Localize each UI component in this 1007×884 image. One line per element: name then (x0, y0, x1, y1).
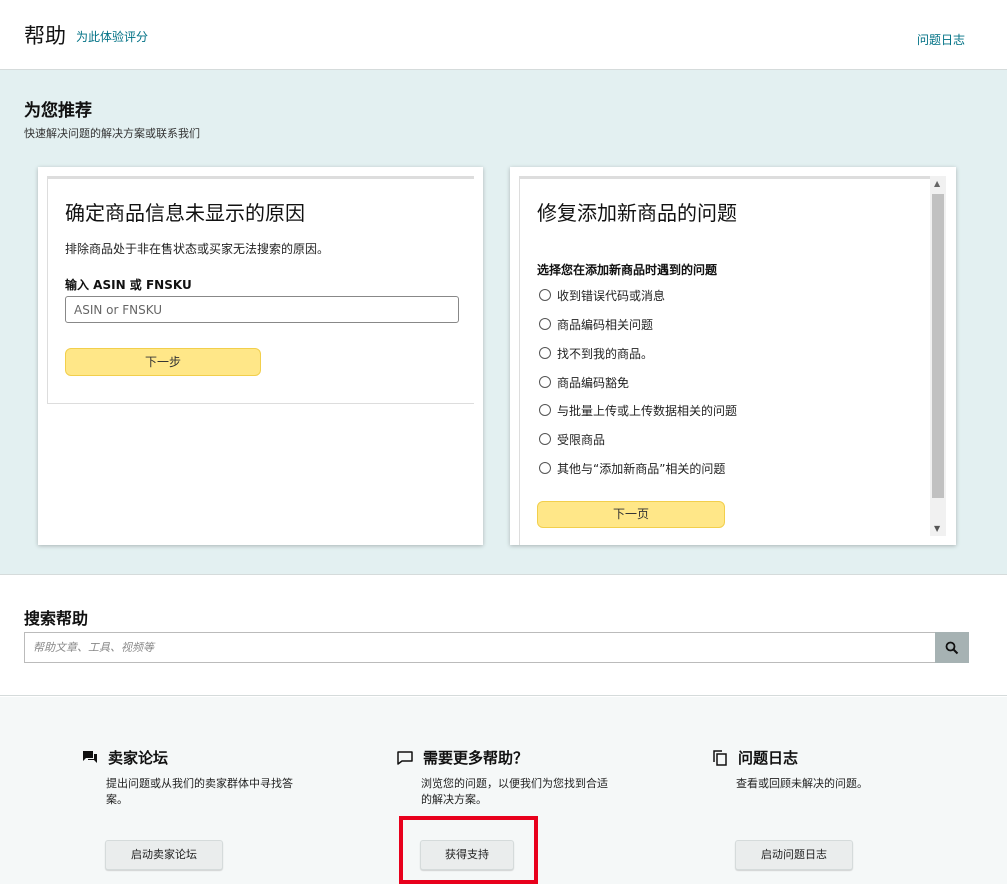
card-title: 确定商品信息未显示的原因 (65, 201, 305, 225)
option-label: 找不到我的商品。 (557, 346, 654, 361)
issue-option[interactable]: 商品编码豁免 (539, 374, 629, 390)
option-label: 商品编码相关问题 (557, 317, 654, 332)
issue-option[interactable]: 受限商品 (539, 431, 605, 447)
recommend-subheading: 快速解决问题的解决方案或联系我们 (24, 127, 200, 140)
issue-option[interactable]: 其他与“添加新商品”相关的问题 (539, 460, 725, 476)
next-page-button[interactable]: 下一页 (537, 501, 725, 528)
card-title: 修复添加新商品的问题 (537, 201, 737, 225)
copy-pages-icon (710, 748, 730, 768)
card-scrollbar[interactable]: ▲ ▼ (930, 176, 946, 536)
scroll-up-arrow-icon[interactable]: ▲ (934, 179, 940, 188)
radio-button[interactable] (539, 404, 551, 416)
message-icon (395, 748, 415, 768)
card-description: 排除商品处于非在售状态或买家无法搜索的原因。 (65, 242, 330, 256)
recommend-heading: 为您推荐 (24, 101, 92, 121)
launch-forum-button[interactable]: 启动卖家论坛 (105, 840, 223, 870)
search-icon (945, 641, 959, 654)
issue-option[interactable]: 与批量上传或上传数据相关的问题 (539, 402, 737, 418)
add-product-panel: 修复添加新商品的问题 选择您在添加新商品时遇到的问题 收到错误代码或消息 商品编… (519, 176, 930, 545)
case-log-description: 查看或回顾未解决的问题。 (736, 777, 868, 790)
option-label: 收到错误代码或消息 (557, 288, 666, 303)
forum-title: 卖家论坛 (108, 749, 169, 767)
search-button[interactable] (935, 632, 969, 663)
rate-experience-link[interactable]: 为此体验评分 (76, 28, 148, 45)
recommend-section: 为您推荐 快速解决问题的解决方案或联系我们 确定商品信息未显示的原因 排除商品处… (0, 70, 1007, 574)
option-label: 商品编码豁免 (557, 375, 630, 390)
forum-chat-icon (80, 748, 100, 768)
radio-button[interactable] (539, 376, 551, 388)
page-header: 帮助 为此体验评分 问题日志 (0, 0, 1007, 70)
option-label: 其他与“添加新商品”相关的问题 (557, 461, 726, 476)
radio-button[interactable] (539, 289, 551, 301)
forum-description: 提出问题或从我们的卖家群体中寻找答案。 (106, 777, 293, 806)
highlight-box (399, 816, 538, 884)
launch-case-log-button[interactable]: 启动问题日志 (735, 840, 853, 870)
search-help-section: 搜索帮助 (0, 574, 1007, 696)
search-heading: 搜索帮助 (24, 609, 89, 628)
issue-option[interactable]: 商品编码相关问题 (539, 316, 653, 332)
listing-card-panel: 确定商品信息未显示的原因 排除商品处于非在售状态或买家无法搜索的原因。 输入 A… (47, 176, 474, 404)
option-label: 受限商品 (557, 432, 606, 447)
radio-button[interactable] (539, 318, 551, 330)
option-label: 与批量上传或上传数据相关的问题 (557, 403, 738, 418)
support-description: 浏览您的问题，以便我们为您找到合适的解决方案。 (421, 777, 608, 806)
support-title: 需要更多帮助？ (423, 749, 529, 767)
issue-question-label: 选择您在添加新商品时遇到的问题 (537, 263, 718, 277)
case-log-title: 问题日志 (738, 749, 799, 767)
scroll-down-arrow-icon[interactable]: ▼ (934, 524, 940, 533)
asin-input-label: 输入 ASIN 或 FNSKU (65, 278, 192, 292)
radio-button[interactable] (539, 462, 551, 474)
radio-button[interactable] (539, 433, 551, 445)
listing-not-shown-card: 确定商品信息未显示的原因 排除商品处于非在售状态或买家无法搜索的原因。 输入 A… (38, 167, 483, 545)
page-title: 帮助 (24, 24, 66, 48)
issue-option[interactable]: 找不到我的商品。 (539, 345, 653, 361)
radio-button[interactable] (539, 347, 551, 359)
add-product-issue-card: 修复添加新商品的问题 选择您在添加新商品时遇到的问题 收到错误代码或消息 商品编… (510, 167, 956, 545)
asin-input[interactable] (65, 296, 459, 323)
search-input[interactable] (24, 632, 936, 663)
case-log-link[interactable]: 问题日志 (917, 31, 965, 48)
issue-option[interactable]: 收到错误代码或消息 (539, 287, 665, 303)
next-step-button[interactable]: 下一步 (65, 348, 261, 376)
scrollbar-thumb[interactable] (932, 194, 944, 498)
